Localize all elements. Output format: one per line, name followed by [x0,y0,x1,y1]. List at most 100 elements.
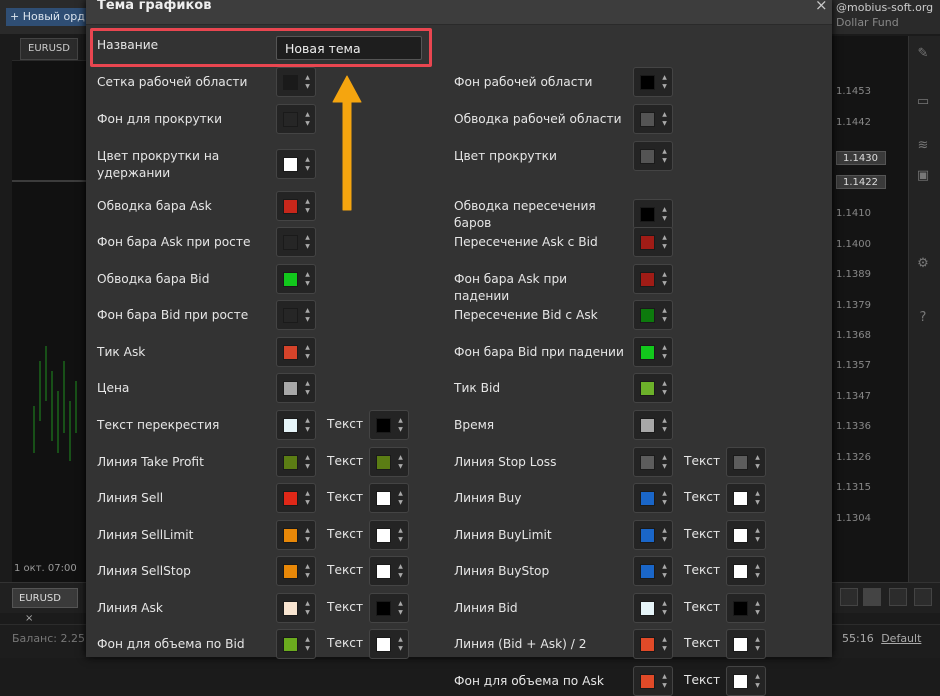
chart-area[interactable] [12,60,86,583]
color-picker[interactable]: ▲ ▼ [633,141,673,171]
spinner-arrows-icon[interactable]: ▲ ▼ [754,672,761,690]
spinner-arrows-icon[interactable]: ▲ ▼ [661,73,668,91]
color-picker[interactable]: ▲ ▼ [276,520,316,550]
text-color-picker[interactable]: ▲ ▼ [726,556,766,586]
spinner-arrows-icon[interactable]: ▲ ▼ [661,453,668,471]
layout-rows-button[interactable] [914,588,932,606]
color-picker[interactable]: ▲ ▼ [276,337,316,367]
spinner-arrows-icon[interactable]: ▲ ▼ [397,562,404,580]
color-picker[interactable]: ▲ ▼ [276,300,316,330]
chart-tab[interactable]: EURUSD [20,38,78,60]
symbol-tab-close-icon[interactable]: × [25,613,33,624]
color-picker[interactable]: ▲ ▼ [633,227,673,257]
text-color-picker[interactable]: ▲ ▼ [726,593,766,623]
layout-columns-button[interactable] [889,588,907,606]
color-picker[interactable]: ▲ ▼ [633,67,673,97]
color-picker[interactable]: ▲ ▼ [276,227,316,257]
spinner-arrows-icon[interactable]: ▲ ▼ [754,562,761,580]
spinner-arrows-icon[interactable]: ▲ ▼ [397,416,404,434]
text-color-picker[interactable]: ▲ ▼ [726,629,766,659]
color-picker[interactable]: ▲ ▼ [276,191,316,221]
terminal-icon[interactable]: ▣ [912,166,934,186]
spinner-arrows-icon[interactable]: ▲ ▼ [304,453,311,471]
spinner-arrows-icon[interactable]: ▲ ▼ [661,270,668,288]
spinner-arrows-icon[interactable]: ▲ ▼ [661,205,668,223]
default-link[interactable]: Default [881,632,921,645]
spinner-arrows-icon[interactable]: ▲ ▼ [661,489,668,507]
spinner-arrows-icon[interactable]: ▲ ▼ [304,526,311,544]
color-picker[interactable]: ▲ ▼ [633,300,673,330]
text-color-picker[interactable]: ▲ ▼ [726,447,766,477]
spinner-arrows-icon[interactable]: ▲ ▼ [754,599,761,617]
color-picker[interactable]: ▲ ▼ [276,264,316,294]
spinner-arrows-icon[interactable]: ▲ ▼ [304,110,311,128]
color-picker[interactable]: ▲ ▼ [276,629,316,659]
spinner-arrows-icon[interactable]: ▲ ▼ [304,599,311,617]
help-icon[interactable]: ? [912,308,934,328]
color-picker[interactable]: ▲ ▼ [633,373,673,403]
text-color-picker[interactable]: ▲ ▼ [369,520,409,550]
spinner-arrows-icon[interactable]: ▲ ▼ [661,306,668,324]
color-picker[interactable]: ▲ ▼ [633,666,673,696]
text-color-picker[interactable]: ▲ ▼ [369,483,409,513]
color-picker[interactable]: ▲ ▼ [276,447,316,477]
spinner-arrows-icon[interactable]: ▲ ▼ [304,197,311,215]
spinner-arrows-icon[interactable]: ▲ ▼ [661,110,668,128]
spinner-arrows-icon[interactable]: ▲ ▼ [661,343,668,361]
color-picker[interactable]: ▲ ▼ [633,410,673,440]
text-color-picker[interactable]: ▲ ▼ [726,483,766,513]
color-picker[interactable]: ▲ ▼ [633,520,673,550]
symbol-tab[interactable]: EURUSD × [12,588,78,624]
layout-grid-button[interactable] [863,588,881,606]
layout-single-button[interactable] [840,588,858,606]
spinner-arrows-icon[interactable]: ▲ ▼ [661,233,668,251]
eraser-icon[interactable]: ✎ [912,44,934,64]
text-color-picker[interactable]: ▲ ▼ [369,410,409,440]
color-picker[interactable]: ▲ ▼ [276,556,316,586]
spinner-arrows-icon[interactable]: ▲ ▼ [754,453,761,471]
color-picker[interactable]: ▲ ▼ [276,410,316,440]
color-picker[interactable]: ▲ ▼ [276,593,316,623]
color-picker[interactable]: ▲ ▼ [633,337,673,367]
spinner-arrows-icon[interactable]: ▲ ▼ [397,526,404,544]
spinner-arrows-icon[interactable]: ▲ ▼ [397,635,404,653]
color-picker[interactable]: ▲ ▼ [633,483,673,513]
spinner-arrows-icon[interactable]: ▲ ▼ [304,73,311,91]
spinner-arrows-icon[interactable]: ▲ ▼ [304,635,311,653]
text-color-picker[interactable]: ▲ ▼ [369,556,409,586]
spinner-arrows-icon[interactable]: ▲ ▼ [754,635,761,653]
text-color-picker[interactable]: ▲ ▼ [369,593,409,623]
text-color-picker[interactable]: ▲ ▼ [726,666,766,696]
spinner-arrows-icon[interactable]: ▲ ▼ [661,416,668,434]
spinner-arrows-icon[interactable]: ▲ ▼ [304,416,311,434]
spinner-arrows-icon[interactable]: ▲ ▼ [661,635,668,653]
signal-icon[interactable]: ≋ [912,136,934,156]
spinner-arrows-icon[interactable]: ▲ ▼ [754,526,761,544]
color-picker[interactable]: ▲ ▼ [633,264,673,294]
color-picker[interactable]: ▲ ▼ [633,629,673,659]
spinner-arrows-icon[interactable]: ▲ ▼ [661,147,668,165]
color-picker[interactable]: ▲ ▼ [633,447,673,477]
new-order-button[interactable]: + Новый орд [6,8,88,26]
color-picker[interactable]: ▲ ▼ [276,67,316,97]
spinner-arrows-icon[interactable]: ▲ ▼ [304,562,311,580]
color-picker[interactable]: ▲ ▼ [276,483,316,513]
color-picker[interactable]: ▲ ▼ [633,199,673,229]
color-picker[interactable]: ▲ ▼ [276,149,316,179]
color-picker[interactable]: ▲ ▼ [633,104,673,134]
spinner-arrows-icon[interactable]: ▲ ▼ [304,306,311,324]
spinner-arrows-icon[interactable]: ▲ ▼ [661,672,668,690]
spinner-arrows-icon[interactable]: ▲ ▼ [304,343,311,361]
color-picker[interactable]: ▲ ▼ [633,593,673,623]
color-picker[interactable]: ▲ ▼ [633,556,673,586]
spinner-arrows-icon[interactable]: ▲ ▼ [304,233,311,251]
spinner-arrows-icon[interactable]: ▲ ▼ [397,599,404,617]
spinner-arrows-icon[interactable]: ▲ ▼ [661,562,668,580]
monitor-icon[interactable]: ▭ [912,92,934,112]
spinner-arrows-icon[interactable]: ▲ ▼ [304,489,311,507]
spinner-arrows-icon[interactable]: ▲ ▼ [397,489,404,507]
text-color-picker[interactable]: ▲ ▼ [369,629,409,659]
text-color-picker[interactable]: ▲ ▼ [726,520,766,550]
spinner-arrows-icon[interactable]: ▲ ▼ [304,270,311,288]
spinner-arrows-icon[interactable]: ▲ ▼ [661,379,668,397]
